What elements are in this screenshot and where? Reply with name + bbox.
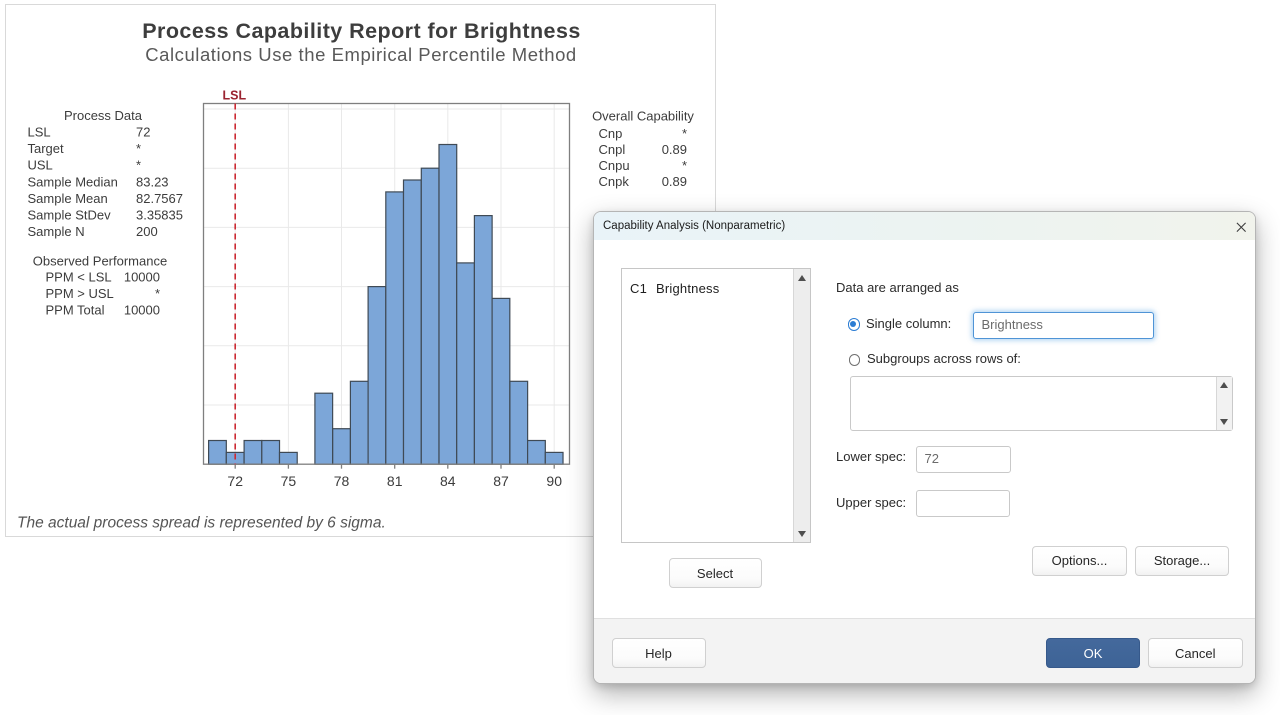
svg-text:PPM < LSL: PPM < LSL — [46, 270, 112, 285]
svg-text:Cnpu: Cnpu — [599, 158, 630, 173]
svg-text:78: 78 — [334, 473, 350, 489]
svg-text:Observed Performance: Observed Performance — [33, 253, 167, 268]
svg-text:81: 81 — [387, 473, 403, 489]
svg-text:72: 72 — [227, 473, 243, 489]
svg-text:90: 90 — [546, 473, 562, 489]
svg-text:*: * — [682, 158, 687, 173]
svg-text:Sample Mean: Sample Mean — [28, 191, 108, 206]
svg-text:LSL: LSL — [222, 89, 246, 103]
svg-text:0.89: 0.89 — [662, 142, 687, 157]
svg-text:PPM > USL: PPM > USL — [46, 286, 114, 301]
svg-text:82.7567: 82.7567 — [136, 191, 183, 206]
svg-text:0.89: 0.89 — [662, 174, 687, 189]
svg-text:Process Capability Report for: Process Capability Report for Brightness — [142, 19, 581, 43]
svg-text:Cnpl: Cnpl — [599, 142, 626, 157]
svg-text:Calculations Use the Empirical: Calculations Use the Empirical Percentil… — [145, 44, 577, 65]
svg-text:83.23: 83.23 — [136, 174, 169, 189]
svg-text:Overall Capability: Overall Capability — [592, 109, 694, 124]
svg-text:LSL: LSL — [28, 125, 51, 140]
svg-text:3.35835: 3.35835 — [136, 207, 183, 222]
svg-text:10000: 10000 — [124, 303, 160, 318]
svg-text:Cnpk: Cnpk — [599, 174, 630, 189]
svg-text:PPM Total: PPM Total — [46, 303, 105, 318]
svg-text:Target: Target — [28, 141, 65, 156]
svg-text:75: 75 — [281, 473, 297, 489]
svg-text:*: * — [155, 286, 160, 301]
svg-text:87: 87 — [493, 473, 509, 489]
svg-text:Process Data: Process Data — [64, 108, 143, 123]
svg-text:USL: USL — [28, 158, 53, 173]
svg-text:Sample Median: Sample Median — [28, 174, 118, 189]
svg-text:*: * — [136, 141, 141, 156]
svg-text:Sample N: Sample N — [28, 224, 85, 239]
svg-text:*: * — [682, 126, 687, 141]
svg-text:Cnp: Cnp — [599, 126, 623, 141]
svg-text:10000: 10000 — [124, 270, 160, 285]
svg-text:The actual process spread is r: The actual process spread is represented… — [17, 515, 386, 532]
svg-text:*: * — [136, 158, 141, 173]
svg-text:Sample StDev: Sample StDev — [28, 207, 112, 222]
svg-text:72: 72 — [136, 125, 150, 140]
svg-text:200: 200 — [136, 224, 158, 239]
svg-text:84: 84 — [440, 473, 456, 489]
